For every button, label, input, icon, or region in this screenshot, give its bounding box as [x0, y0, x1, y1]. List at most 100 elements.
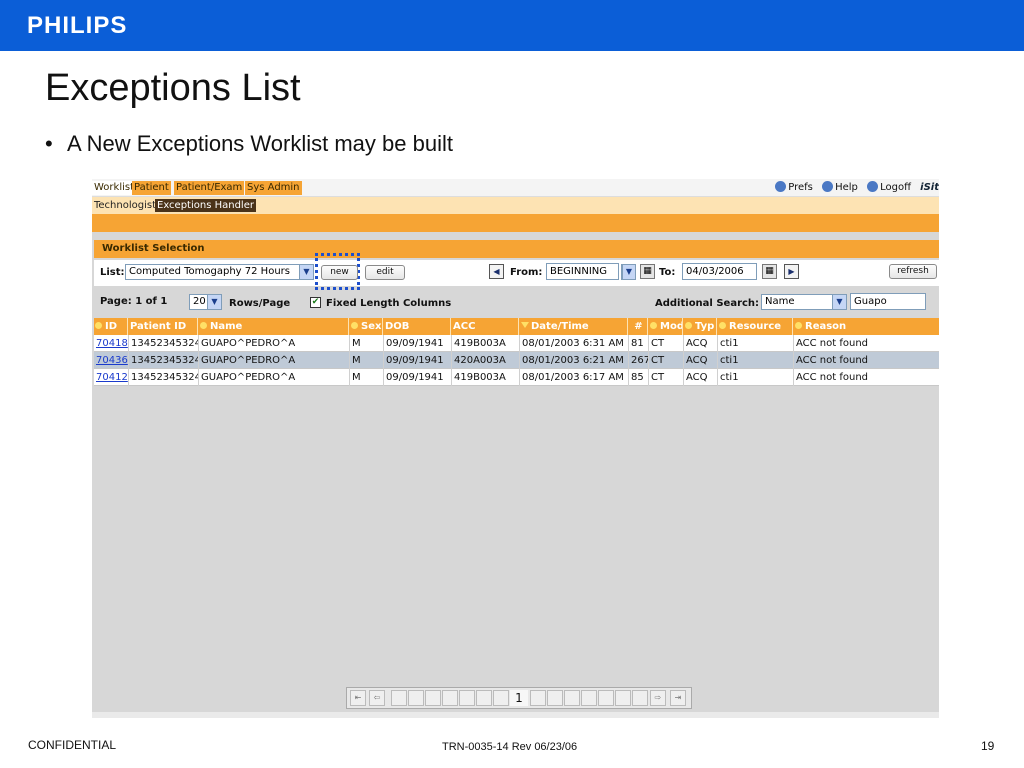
page-slot[interactable] [547, 690, 563, 706]
to-label: To: [659, 267, 676, 278]
last-page-icon[interactable]: ⇥ [670, 690, 686, 706]
app-status-strip [92, 712, 939, 718]
orange-strip [92, 214, 939, 232]
current-page[interactable]: 1 [510, 690, 528, 706]
calendar-icon[interactable]: ▦ [762, 264, 777, 279]
tab-technologist[interactable]: Technologist [92, 199, 158, 212]
additional-search-label: Additional Search: [655, 298, 760, 309]
to-field[interactable]: 04/03/2006 [682, 263, 757, 280]
row-date-time: 08/01/2003 6:21 AM [520, 352, 629, 369]
rows-label: Rows/Page [229, 298, 291, 309]
prev-page-icon[interactable]: ⇦ [369, 690, 385, 706]
row-acc: 419B003A [452, 369, 520, 386]
page-slot[interactable] [598, 690, 614, 706]
chevron-down-icon: ▼ [299, 265, 313, 279]
worklist-controls: List: Computed Tomogaphy 72 Hours ▼ new … [94, 253, 939, 290]
additional-search-input[interactable]: Guapo [850, 293, 926, 310]
page-slot[interactable] [632, 690, 648, 706]
bullet-item: • A New Exceptions Worklist may be built [45, 131, 453, 157]
row-acc: 419B003A [452, 335, 520, 352]
row-id-link[interactable]: 70418 [94, 335, 129, 352]
page-slot[interactable] [442, 690, 458, 706]
table-row[interactable]: 70436 13452345324 GUAPO^PEDRO^A M 09/09/… [94, 352, 939, 369]
tab-patient-exam[interactable]: Patient/Exam [174, 181, 245, 195]
fixed-length-label: Fixed Length Columns [326, 298, 452, 309]
next-page-icon[interactable]: ⇨ [650, 690, 666, 706]
col-dob[interactable]: DOB [384, 318, 451, 335]
calendar-icon[interactable]: ▦ [640, 264, 655, 279]
page-slot[interactable] [425, 690, 441, 706]
paging-controls: Page: 1 of 1 20 ▼ Rows/Page ✔ Fixed Leng… [94, 290, 939, 313]
col-date-time[interactable]: Date/Time [520, 318, 628, 335]
page-slot[interactable] [408, 690, 424, 706]
list-select[interactable]: Computed Tomogaphy 72 Hours ▼ [125, 264, 314, 280]
row-reason: ACC not found [796, 338, 869, 349]
table-row[interactable]: 70418 13452345324 GUAPO^PEDRO^A M 09/09/… [94, 335, 939, 352]
col-resource[interactable]: Resource [718, 318, 793, 335]
row-typ: ACQ [684, 335, 718, 352]
from-field[interactable]: BEGINNING [546, 263, 619, 280]
col-reason[interactable]: Reason [794, 318, 939, 335]
tab-patient[interactable]: Patient [132, 181, 171, 195]
row-patient-id: 13452345324 [129, 369, 199, 386]
page-slot[interactable] [476, 690, 492, 706]
tab-worklist[interactable]: Worklist [92, 181, 137, 195]
from-label: From: [510, 267, 543, 278]
rows-select[interactable]: 20 ▼ [189, 294, 222, 310]
table-header: ID Patient ID Name Sex DOB ACC Date/Time… [94, 318, 939, 335]
check-icon [775, 181, 787, 192]
col-patient-id[interactable]: Patient ID [129, 318, 198, 335]
first-page-icon[interactable]: ⇤ [350, 690, 366, 706]
table-row[interactable]: 70412 13452345324 GUAPO^PEDRO^A M 09/09/… [94, 369, 939, 386]
logoff-link[interactable]: Logoff [867, 181, 911, 193]
new-button[interactable]: new [321, 265, 358, 280]
col-number[interactable]: # [629, 318, 648, 335]
col-sex[interactable]: Sex [350, 318, 383, 335]
col-typ[interactable]: Typ [684, 318, 717, 335]
help-link[interactable]: Help [822, 181, 858, 193]
row-id-link[interactable]: 70436 [94, 352, 129, 369]
page-slot[interactable] [530, 690, 546, 706]
row-sex: M [350, 369, 384, 386]
chevron-down-icon: ▼ [622, 265, 635, 279]
next-date-icon[interactable]: ▶ [784, 264, 799, 279]
page-slot[interactable] [391, 690, 407, 706]
tab-sys-admin[interactable]: Sys Admin [245, 181, 302, 195]
fixed-length-checkbox[interactable]: ✔ [310, 297, 321, 308]
row-resource: cti1 [718, 369, 794, 386]
app-menubar: Worklist Patient Patient/Exam Sys Admin … [92, 179, 939, 197]
bullet-dot: • [45, 131, 53, 156]
row-date-time: 08/01/2003 6:17 AM [520, 369, 629, 386]
page-slot[interactable] [459, 690, 475, 706]
page-number: 19 [981, 739, 995, 753]
row-name: GUAPO^PEDRO^A [199, 369, 350, 386]
tab-exceptions-handler[interactable]: Exceptions Handler [155, 199, 256, 212]
brand-bar: PHILIPS [0, 0, 1024, 51]
edit-button[interactable]: edit [365, 265, 405, 280]
prev-date-icon[interactable]: ◀ [489, 264, 504, 279]
page-slot[interactable] [564, 690, 580, 706]
worklist-table: ID Patient ID Name Sex DOB ACC Date/Time… [94, 318, 939, 386]
from-dropdown[interactable]: ▼ [621, 264, 636, 280]
row-dob: 09/09/1941 [384, 335, 452, 352]
additional-search-field-select[interactable]: Name ▼ [761, 294, 847, 310]
row-resource: cti1 [718, 352, 794, 369]
power-icon [867, 181, 879, 192]
page-slot[interactable] [615, 690, 631, 706]
col-mod[interactable]: Mod [649, 318, 683, 335]
footer-doc-id: TRN-0035-14 Rev 06/23/06 [442, 741, 578, 753]
col-name[interactable]: Name [199, 318, 349, 335]
row-id-link[interactable]: 70412 [94, 369, 129, 386]
col-acc[interactable]: ACC [452, 318, 519, 335]
prefs-link[interactable]: Prefs [775, 181, 813, 193]
col-id[interactable]: ID [94, 318, 128, 335]
row-number: 81 [629, 335, 649, 352]
row-typ: ACQ [684, 352, 718, 369]
app-brand: iSit [920, 182, 939, 193]
page-slot[interactable] [581, 690, 597, 706]
refresh-button[interactable]: refresh [889, 264, 937, 279]
row-mod: CT [649, 369, 684, 386]
row-sex: M [350, 335, 384, 352]
menu-right: Prefs Help Logoff iSit [775, 181, 939, 195]
page-slot[interactable] [493, 690, 509, 706]
